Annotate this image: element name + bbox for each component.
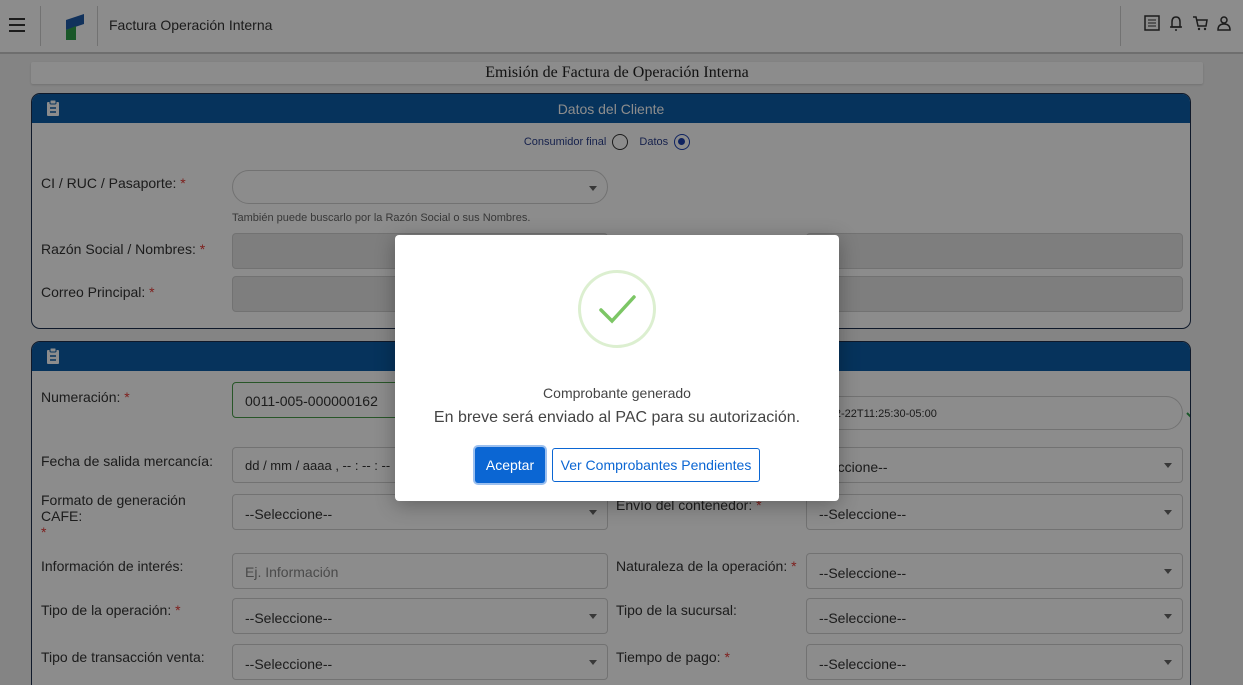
dialog-message: En breve será enviado al PAC para su aut… [433, 409, 801, 426]
view-pending-button[interactable]: Ver Comprobantes Pendientes [552, 448, 760, 482]
success-dialog: Comprobante generado En breve será envia… [395, 235, 839, 501]
success-icon [578, 270, 656, 348]
checkmark-icon [599, 295, 636, 324]
accept-button[interactable]: Aceptar [475, 447, 545, 483]
dialog-title: Comprobante generado [543, 385, 691, 401]
